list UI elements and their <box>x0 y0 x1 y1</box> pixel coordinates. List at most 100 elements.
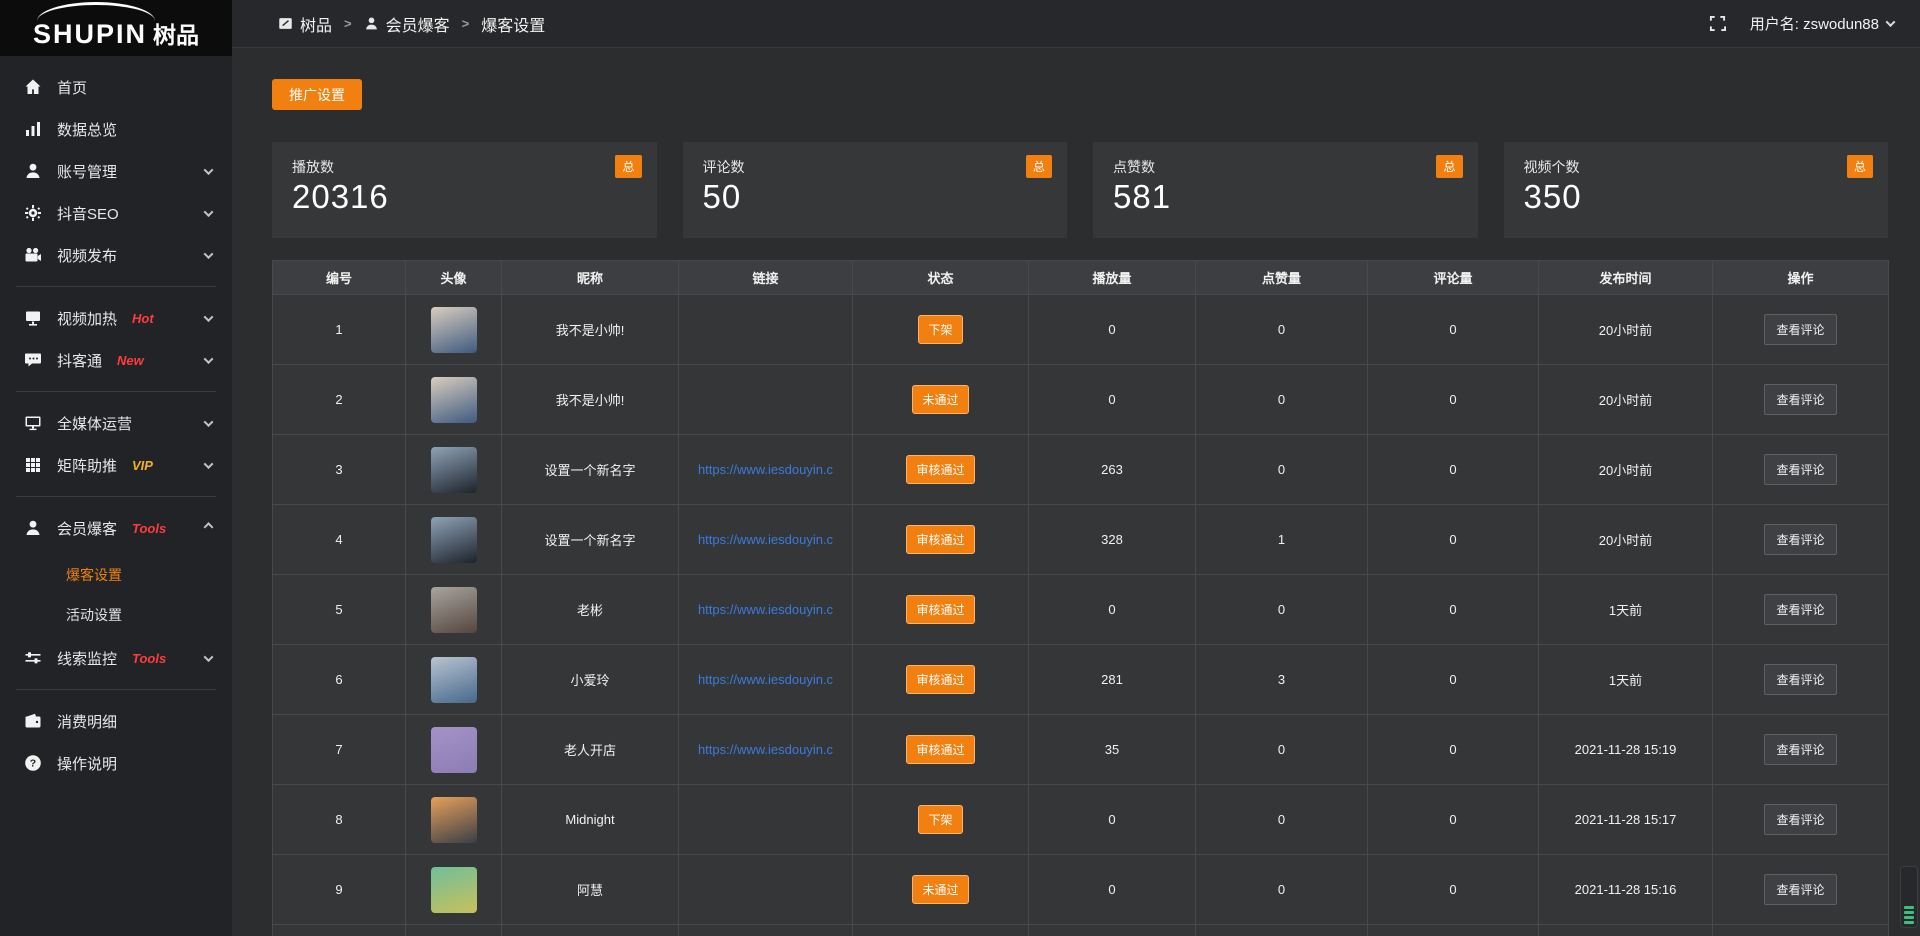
avatar <box>431 727 477 773</box>
sidebar-item-16[interactable]: ?操作说明 <box>0 742 232 784</box>
view-comments-button[interactable]: 查看评论 <box>1764 384 1836 415</box>
breadcrumb-separator: > <box>344 16 352 31</box>
message-icon <box>24 351 42 369</box>
stat-label: 视频个数 <box>1524 157 1869 177</box>
sidebar-subitem[interactable]: 爆客设置 <box>0 555 232 595</box>
help-icon: ? <box>24 754 42 772</box>
cell-id: 3 <box>273 435 406 505</box>
chevron-down-icon <box>204 165 214 175</box>
view-comments-button[interactable]: 查看评论 <box>1764 524 1836 555</box>
gear-icon <box>24 204 42 222</box>
video-link[interactable]: https://www.iesdouyin.c <box>698 532 833 547</box>
cell-plays: 281 <box>1029 645 1196 715</box>
view-comments-button[interactable]: 查看评论 <box>1764 734 1836 765</box>
view-comments-button[interactable]: 查看评论 <box>1764 594 1836 625</box>
sidebar-badge: Hot <box>132 311 154 326</box>
cell-publish-time: 20小时前 <box>1539 505 1713 575</box>
view-comments-button[interactable]: 查看评论 <box>1764 664 1836 695</box>
table-row: 3 设置一个新名字 https://www.iesdouyin.c 审核通过 2… <box>273 435 1889 505</box>
column-header: 操作 <box>1713 261 1889 295</box>
cell-status: 审核通过 <box>853 645 1029 715</box>
panel-icon <box>278 16 293 31</box>
column-header: 昵称 <box>502 261 679 295</box>
stat-total-badge: 总 <box>1026 155 1052 178</box>
avatar <box>431 657 477 703</box>
user-menu[interactable]: 用户名: zswodun88 <box>1750 13 1894 34</box>
sidebar-item-15[interactable]: 消费明细 <box>0 700 232 742</box>
sidebar-submenu: 爆客设置活动设置 <box>0 549 232 637</box>
breadcrumb-item[interactable]: 树品 <box>278 12 332 36</box>
promotion-settings-button[interactable]: 推广设置 <box>272 79 362 110</box>
nav-divider <box>16 286 216 287</box>
chevron-down-icon <box>204 459 214 469</box>
sidebar-item-13[interactable]: 线索监控Tools <box>0 637 232 679</box>
chevron-down-icon <box>204 354 214 364</box>
cell-publish-time: 20小时前 <box>1539 365 1713 435</box>
fullscreen-icon[interactable] <box>1709 15 1726 32</box>
sidebar-item-12[interactable]: 会员爆客Tools <box>0 507 232 549</box>
cell-avatar <box>406 575 502 645</box>
sidebar-item-0[interactable]: 首页 <box>0 66 232 108</box>
breadcrumb-label: 爆客设置 <box>481 12 545 36</box>
sidebar-item-4[interactable]: 视频发布 <box>0 234 232 276</box>
video-link[interactable]: https://www.iesdouyin.c <box>698 602 833 617</box>
sidebar-badge: New <box>117 353 144 368</box>
floating-helper-widget[interactable] <box>1900 866 1918 928</box>
screen-icon <box>24 309 42 327</box>
status-badge: 未通过 <box>912 385 968 414</box>
sidebar-item-7[interactable]: 抖客通New <box>0 339 232 381</box>
sidebar-item-label: 抖音SEO <box>57 203 119 224</box>
view-comments-button[interactable]: 查看评论 <box>1764 314 1836 345</box>
nav-divider <box>16 391 216 392</box>
cell-plays: 0 <box>1029 575 1196 645</box>
cell-comments: 0 <box>1368 715 1539 785</box>
cell-avatar <box>406 505 502 575</box>
breadcrumb-separator: > <box>462 16 470 31</box>
column-header: 链接 <box>679 261 853 295</box>
view-comments-button[interactable]: 查看评论 <box>1764 874 1836 905</box>
cell-nickname: 老彬 <box>502 575 679 645</box>
sidebar-item-2[interactable]: 账号管理 <box>0 150 232 192</box>
monitor-icon <box>24 414 42 432</box>
cell-action: 查看评论 <box>1713 505 1889 575</box>
chevron-down-icon <box>204 652 214 662</box>
sidebar-item-9[interactable]: 全媒体运营 <box>0 402 232 444</box>
sidebar-item-3[interactable]: 抖音SEO <box>0 192 232 234</box>
view-comments-button[interactable]: 查看评论 <box>1764 804 1836 835</box>
cell-publish-time <box>1539 925 1713 936</box>
cell-nickname: 阿慧 <box>502 855 679 925</box>
chevron-down-icon <box>204 249 214 259</box>
breadcrumb-item[interactable]: 会员爆客 <box>364 12 450 36</box>
view-comments-button[interactable]: 查看评论 <box>1764 454 1836 485</box>
sidebar-badge: Tools <box>132 651 166 666</box>
table-row: 9 阿慧 未通过 0 0 0 2021-11-28 15:16 查看评论 <box>273 855 1889 925</box>
cell-avatar <box>406 925 502 936</box>
breadcrumb-label: 会员爆客 <box>386 12 450 36</box>
cell-nickname: 我不是小帅! <box>502 365 679 435</box>
cell-publish-time: 2021-11-28 15:16 <box>1539 855 1713 925</box>
user-icon <box>364 16 379 31</box>
cell-plays: 0 <box>1029 855 1196 925</box>
sidebar-item-6[interactable]: 视频加热Hot <box>0 297 232 339</box>
sidebar-item-10[interactable]: 矩阵助推VIP <box>0 444 232 486</box>
cell-id: 9 <box>273 855 406 925</box>
cell-nickname: 小爱玲 <box>502 645 679 715</box>
cell-plays: 35 <box>1029 715 1196 785</box>
video-link[interactable]: https://www.iesdouyin.c <box>698 462 833 477</box>
sidebar-item-label: 数据总览 <box>57 119 117 140</box>
logo-text-en: SHUPIN <box>33 19 147 50</box>
cell-nickname <box>502 925 679 936</box>
cell-plays: 328 <box>1029 505 1196 575</box>
breadcrumb: 树品 > 会员爆客 > 爆客设置 <box>278 12 545 36</box>
stat-card: 播放数 20316 总 <box>272 142 657 238</box>
video-link[interactable]: https://www.iesdouyin.c <box>698 742 833 757</box>
wallet-icon <box>24 712 42 730</box>
cell-status: 下架 <box>853 295 1029 365</box>
table-row <box>273 925 1889 936</box>
sidebar-subitem[interactable]: 活动设置 <box>0 595 232 635</box>
stat-value: 350 <box>1524 178 1869 216</box>
video-link[interactable]: https://www.iesdouyin.c <box>698 672 833 687</box>
sidebar-item-1[interactable]: 数据总览 <box>0 108 232 150</box>
cell-action: 查看评论 <box>1713 715 1889 785</box>
breadcrumb-item[interactable]: 爆客设置 <box>481 12 545 36</box>
